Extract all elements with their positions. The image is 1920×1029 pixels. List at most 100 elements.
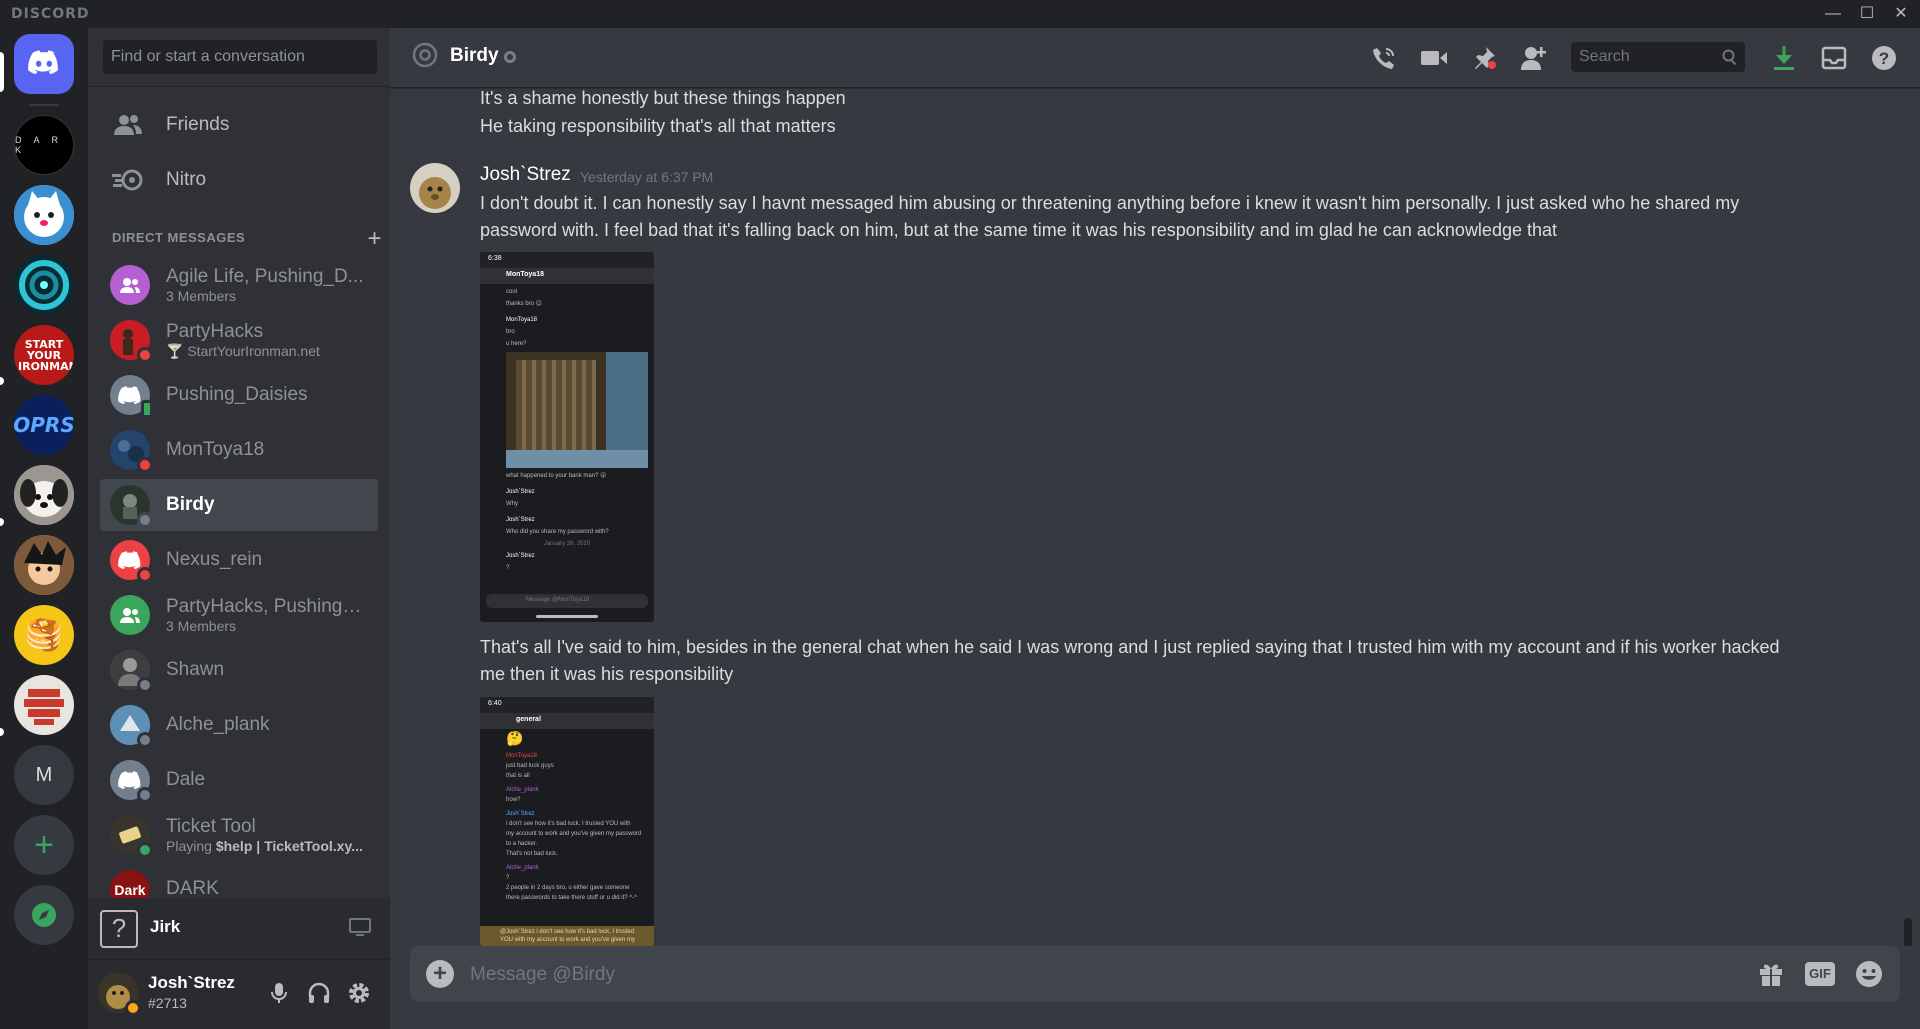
- server-start-your-ironman[interactable]: START YOUR IRONMAN: [14, 325, 74, 385]
- server-anime[interactable]: [14, 535, 74, 595]
- dm-item-pushing-daisies[interactable]: Pushing_Daisies: [100, 369, 378, 421]
- minimize-button[interactable]: —: [1818, 2, 1848, 26]
- offline-status-icon: [137, 732, 153, 748]
- pin-icon: [1475, 47, 1496, 69]
- phone-line: just bad luck guys: [506, 763, 554, 769]
- start-voice-call-button[interactable]: [1370, 44, 1398, 72]
- phone-home-indicator: [536, 615, 598, 618]
- server-dog[interactable]: [14, 465, 74, 525]
- help-icon: ?: [1872, 46, 1896, 70]
- phone-messages: 🤔 MonToya18 just bad luck guys that is a…: [480, 729, 654, 903]
- dm-status-text: StartYourIronman.net: [187, 342, 320, 359]
- download-icon: [1774, 46, 1794, 70]
- message-author[interactable]: Josh`Strez: [480, 164, 571, 186]
- user-avatar[interactable]: [98, 973, 141, 1016]
- dm-sidebar: Friends Nitro DIRECT MESSAGES + Agile Li…: [88, 28, 390, 1029]
- header-search-input[interactable]: [1571, 42, 1745, 72]
- dm-item-alche-plank[interactable]: Alche_plank: [100, 699, 378, 751]
- avatar: [110, 430, 153, 473]
- dm-item-montoya18[interactable]: MonToya18: [100, 424, 378, 476]
- server-vortex[interactable]: [14, 255, 74, 315]
- gift-icon: [1760, 964, 1782, 986]
- phone-line: ?: [506, 875, 510, 881]
- phone-author: MonToya18: [506, 317, 538, 323]
- mute-button[interactable]: [267, 981, 291, 1005]
- microphone-icon: [271, 983, 287, 1003]
- dm-subtext: 🍸 StartYourIronman.net: [166, 343, 320, 360]
- dm-name: PartyHacks: [166, 320, 264, 342]
- phone-author: Josh`Strez: [506, 553, 535, 559]
- friends-nav[interactable]: Friends: [100, 101, 378, 149]
- image-attachment-2[interactable]: 6:40 general 🤔 MonToya18 just bad luck g…: [480, 697, 654, 946]
- svg-text:?: ?: [1879, 49, 1889, 68]
- start-video-call-button[interactable]: [1420, 44, 1448, 72]
- dm-item-birdy[interactable]: Birdy: [100, 479, 378, 531]
- dm-item-ticket-tool[interactable]: Ticket Tool Playing $help | TicketTool.xy…: [100, 809, 378, 861]
- pinned-messages-button[interactable]: [1470, 44, 1498, 72]
- explore-servers-button[interactable]: [14, 885, 74, 945]
- phone-date-divider: January 26, 2020: [543, 541, 591, 547]
- gif-picker-button[interactable]: GIF: [1804, 958, 1836, 990]
- server-red[interactable]: [14, 675, 74, 735]
- server-dark[interactable]: D A R K: [14, 115, 74, 175]
- server-list: D A R K START YOUR IRONMAN OPRS 🥞 M +: [0, 28, 88, 1029]
- message-avatar[interactable]: [410, 163, 460, 213]
- phone-line: u here?: [506, 341, 527, 347]
- server-m[interactable]: M: [14, 745, 74, 805]
- dm-item-partyhacks-group[interactable]: PartyHacks, Pushing_... 3 Members: [100, 589, 378, 641]
- selected-pill: [0, 52, 4, 92]
- message-text: me then it was his responsibility: [480, 664, 734, 684]
- dm-item-dale[interactable]: Dale: [100, 754, 378, 806]
- inbox-button[interactable]: [1820, 44, 1848, 72]
- phone-line: Who did you share my password with?: [506, 529, 609, 535]
- message-input[interactable]: [470, 962, 1730, 988]
- phone-dm-title: MonToya18: [506, 271, 544, 278]
- dm-item-dark[interactable]: Dark DARK: [100, 864, 378, 898]
- phone-line: ?: [506, 565, 510, 571]
- emoji-picker-button[interactable]: [1853, 958, 1885, 990]
- send-gift-button[interactable]: [1755, 958, 1787, 990]
- dm-item-partyhacks[interactable]: PartyHacks 🍸 StartYourIronman.net: [100, 314, 378, 366]
- server-cat[interactable]: [14, 185, 74, 245]
- find-conversation-input[interactable]: [103, 40, 377, 74]
- offline-status-icon: [137, 512, 153, 528]
- download-apps-button[interactable]: [1770, 44, 1798, 72]
- dark-avatar-label: Dark: [114, 882, 146, 898]
- home-button[interactable]: [14, 34, 74, 94]
- close-window-button[interactable]: ✕: [1886, 2, 1916, 26]
- user-settings-button[interactable]: [347, 981, 371, 1005]
- nitro-nav[interactable]: Nitro: [100, 156, 378, 204]
- message-timestamp: Yesterday at 6:37 PM: [580, 169, 714, 185]
- image-attachment-1[interactable]: 6:38 MonToya18 cool thanks bro 😊 MonToya…: [480, 252, 654, 622]
- screen-share-icon[interactable]: [348, 916, 374, 942]
- nitro-label: Nitro: [166, 169, 207, 190]
- help-button[interactable]: ?: [1870, 44, 1898, 72]
- maximize-button[interactable]: ☐: [1852, 2, 1882, 26]
- discord-logo-icon: [28, 49, 60, 79]
- add-server-button[interactable]: +: [14, 815, 74, 875]
- deafen-button[interactable]: [307, 981, 331, 1005]
- server-oprs[interactable]: OPRS: [14, 395, 74, 455]
- dm-name: PartyHacks, Pushing_...: [166, 596, 366, 617]
- add-friends-to-dm-button[interactable]: [1520, 44, 1548, 72]
- phone-line: thanks bro 😊: [506, 301, 542, 307]
- phone-clock: 6:38: [488, 255, 502, 262]
- gif-icon: GIF: [1805, 962, 1835, 986]
- voice-panel: ? Jirk: [88, 898, 390, 960]
- group-icon: [120, 278, 140, 293]
- phone-line: cool: [506, 289, 518, 295]
- inbox-icon: [1821, 46, 1847, 70]
- dm-item-nexus-rein[interactable]: Nexus_rein: [100, 534, 378, 586]
- upload-plus-icon[interactable]: +: [426, 960, 454, 988]
- message-text: It's a shame honestly but these things h…: [480, 88, 846, 108]
- dm-item-agile-life[interactable]: Agile Life, Pushing_D... 3 Members: [100, 259, 378, 311]
- user-tag: #2713: [148, 995, 187, 1011]
- server-divider: [29, 104, 59, 106]
- dm-name: Pushing_Daisies: [166, 384, 308, 405]
- friends-icon: [110, 110, 146, 140]
- dog-avatar-icon: [14, 465, 74, 525]
- scrollbar-thumb[interactable]: [1904, 918, 1912, 946]
- server-pancake[interactable]: 🥞: [14, 605, 74, 665]
- dm-item-shawn[interactable]: Shawn: [100, 644, 378, 696]
- create-dm-button[interactable]: +: [367, 225, 382, 253]
